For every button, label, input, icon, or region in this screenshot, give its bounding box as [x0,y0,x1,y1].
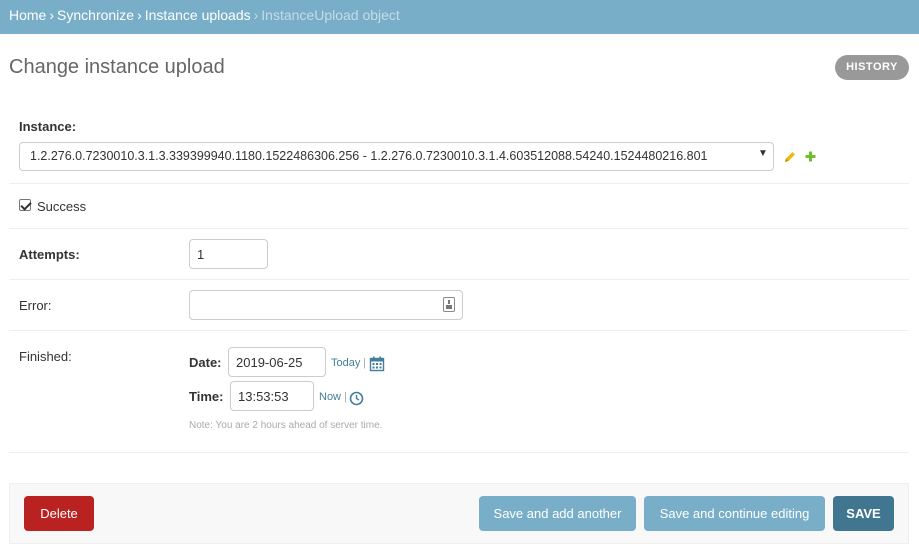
timezone-help-text: Note: You are 2 hours ahead of server ti… [189,420,383,431]
date-input[interactable] [228,347,326,377]
breadcrumb-separator: › [137,7,142,23]
breadcrumb-current: InstanceUpload object [261,7,400,23]
pencil-icon[interactable] [783,150,797,164]
resize-grip-icon [443,297,455,312]
attempts-input[interactable] [189,239,268,269]
divider [9,330,909,331]
error-field[interactable] [189,290,463,320]
page-title: Change instance upload [9,56,225,78]
breadcrumb-synchronize-link[interactable]: Synchronize [57,7,134,23]
history-button[interactable]: HISTORY [835,55,909,80]
breadcrumb-separator: › [253,7,259,23]
today-link[interactable]: Today [331,357,360,369]
breadcrumb: Home › Synchronize › Instance uploads › Instan… [0,0,919,34]
time-input[interactable] [230,381,314,411]
time-label: Time: [189,389,224,404]
instance-select[interactable]: 1.2.276.0.7230010.3.1.3.339399940.1180.1… [19,142,774,171]
error-label: Error: [19,298,52,313]
chevron-down-icon: ▼ [758,148,768,159]
breadcrumb-home-link[interactable]: Home [9,7,46,23]
date-label: Date: [189,355,222,370]
delete-button[interactable]: Delete [24,496,94,531]
save-and-continue-button[interactable]: Save and continue editing [644,496,825,531]
save-button[interactable]: SAVE [833,496,894,531]
separator: | [344,391,347,403]
breadcrumb-instance-uploads-link[interactable]: Instance uploads [145,7,251,23]
instance-label: Instance: [19,119,77,134]
separator: | [363,357,366,369]
success-label: Success [37,199,87,214]
divider [9,228,909,229]
breadcrumb-separator: › [49,7,55,23]
attempts-label: Attempts: [19,247,80,262]
finished-label: Finished: [19,349,72,364]
success-checkbox[interactable] [19,199,31,211]
calendar-icon[interactable] [369,356,385,372]
divider [9,183,909,184]
now-link[interactable]: Now [319,391,341,403]
save-and-add-another-button[interactable]: Save and add another [479,496,636,531]
divider [9,279,909,280]
clock-icon[interactable] [349,391,364,406]
plus-icon[interactable] [804,150,817,163]
divider [9,452,909,453]
